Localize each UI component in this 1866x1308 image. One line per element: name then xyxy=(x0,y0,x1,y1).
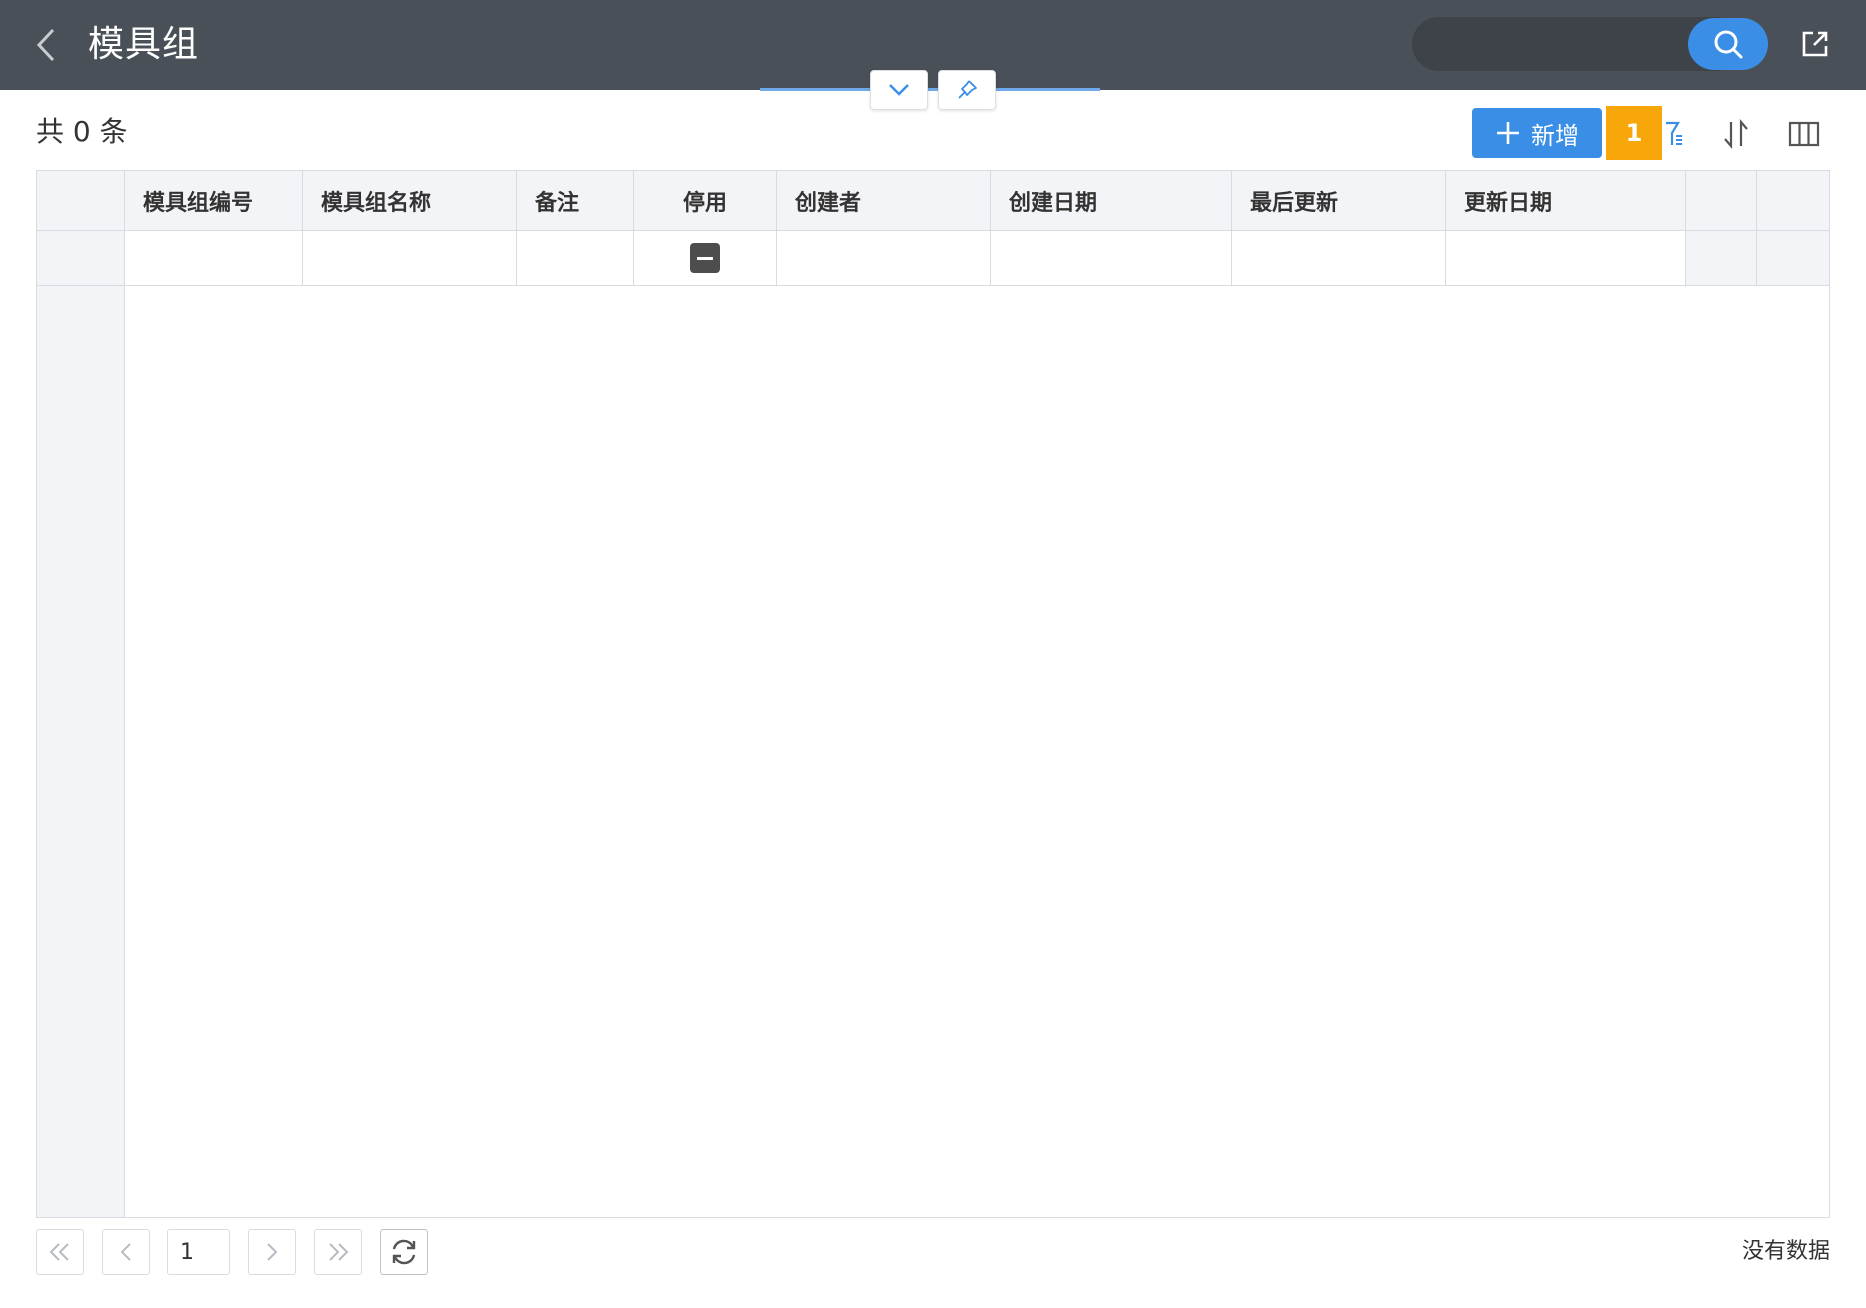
next-page-button[interactable] xyxy=(248,1229,296,1275)
page-title: 模具组 xyxy=(88,24,200,65)
first-page-icon xyxy=(49,1243,69,1261)
plus-icon xyxy=(1497,122,1519,144)
filter-row xyxy=(37,231,1829,286)
filter-cell-remark[interactable] xyxy=(517,231,634,285)
last-page-button[interactable] xyxy=(314,1229,362,1275)
filter-cell-code[interactable] xyxy=(125,231,303,285)
data-grid: 模具组编号 模具组名称 备注 停用 创建者 创建日期 最后更新 更新日期 xyxy=(36,170,1830,1218)
column-header-created-date[interactable]: 创建日期 xyxy=(991,171,1232,230)
filter-cell-last-updated-by[interactable] xyxy=(1232,231,1446,285)
last-page-icon xyxy=(329,1243,349,1261)
column-header-name[interactable]: 模具组名称 xyxy=(303,171,517,230)
prev-page-icon xyxy=(120,1243,131,1261)
disabled-filter-checkbox[interactable] xyxy=(690,243,720,273)
add-button-label: 新增 xyxy=(1531,121,1579,150)
column-header-last-updated-by[interactable]: 最后更新 xyxy=(1232,171,1446,230)
first-page-button[interactable] xyxy=(36,1229,84,1275)
sort-button[interactable] xyxy=(1716,114,1756,154)
filter-icon xyxy=(1666,121,1682,145)
collapse-indicator xyxy=(760,88,1100,91)
export-icon xyxy=(1802,31,1828,57)
collapse-button[interactable] xyxy=(870,70,928,110)
refresh-icon xyxy=(392,1239,416,1265)
add-button[interactable]: 新增 xyxy=(1472,108,1602,158)
total-count: 共 0 条 xyxy=(36,115,128,148)
header-corner xyxy=(37,171,125,230)
table-header: 模具组编号 模具组名称 备注 停用 创建者 创建日期 最后更新 更新日期 xyxy=(37,171,1829,231)
row-number-column xyxy=(37,171,125,1217)
column-header-code[interactable]: 模具组编号 xyxy=(125,171,303,230)
columns-icon xyxy=(1788,121,1820,147)
filter-cell-name[interactable] xyxy=(303,231,517,285)
search-input[interactable] xyxy=(1434,27,1694,61)
column-header-extra-2 xyxy=(1757,171,1829,230)
top-bar: 模具组 xyxy=(0,0,1866,90)
search-icon xyxy=(1714,30,1743,59)
filter-cell-disabled xyxy=(634,231,777,285)
column-header-creator[interactable]: 创建者 xyxy=(777,171,991,230)
column-header-disabled[interactable]: 停用 xyxy=(634,171,777,230)
filter-cell-created-date[interactable] xyxy=(991,231,1232,285)
search-button[interactable] xyxy=(1688,18,1768,70)
pin-button[interactable] xyxy=(938,70,996,110)
chevron-down-icon xyxy=(889,84,909,96)
page-number-input[interactable] xyxy=(167,1229,230,1275)
pager-status: 没有数据 xyxy=(1741,1239,1830,1264)
filter-cell-creator[interactable] xyxy=(777,231,991,285)
sort-icon xyxy=(1724,119,1748,149)
columns-button[interactable] xyxy=(1784,114,1824,154)
prev-page-button[interactable] xyxy=(102,1229,150,1275)
filter-corner xyxy=(37,231,125,285)
next-page-icon xyxy=(267,1243,278,1261)
column-header-remark[interactable]: 备注 xyxy=(517,171,634,230)
column-header-updated-date[interactable]: 更新日期 xyxy=(1446,171,1686,230)
export-button[interactable] xyxy=(1795,24,1835,64)
refresh-button[interactable] xyxy=(380,1229,428,1275)
back-button[interactable] xyxy=(28,25,64,65)
back-icon xyxy=(36,28,55,62)
filter-button[interactable] xyxy=(1652,116,1686,152)
filter-cell-extra-2 xyxy=(1757,231,1829,285)
pin-icon xyxy=(958,80,977,99)
column-header-extra-1 xyxy=(1686,171,1757,230)
filter-cell-extra-1 xyxy=(1686,231,1757,285)
filter-cell-updated-date[interactable] xyxy=(1446,231,1686,285)
